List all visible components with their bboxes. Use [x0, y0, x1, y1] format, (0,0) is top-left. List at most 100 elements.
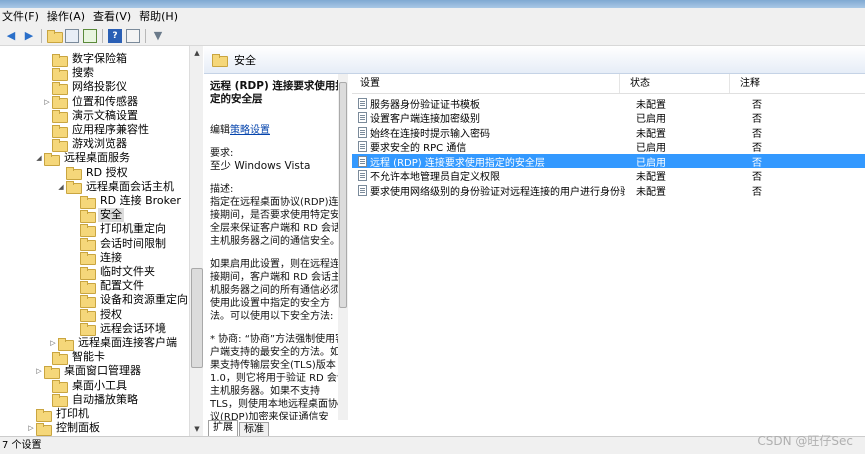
- table-row[interactable]: 始终在连接时提示输入密码 未配置 否: [352, 125, 865, 140]
- policy-setting-icon: [358, 141, 367, 152]
- folder-icon: [52, 53, 68, 67]
- expand-toggle-icon[interactable]: ◢: [56, 180, 66, 194]
- tree-item[interactable]: 远程会话环境: [70, 322, 168, 337]
- right-pane: 安全 远程 (RDP) 连接要求使用指定的安全层 编辑策略设置 要求: 至少 Wi…: [204, 46, 865, 436]
- tree-item[interactable]: 连接: [70, 251, 124, 266]
- tree-item[interactable]: 数字保险箱: [42, 52, 129, 67]
- tree-item[interactable]: 配置文件: [70, 279, 146, 294]
- tree-item[interactable]: ▷ 桌面窗口管理器: [34, 364, 143, 379]
- expand-toggle-icon[interactable]: ▷: [42, 95, 52, 109]
- tab-extended[interactable]: 扩展: [208, 420, 238, 436]
- toolbar-separator: [102, 28, 103, 43]
- folder-icon: [80, 238, 96, 252]
- description-scroll-thumb[interactable]: [339, 82, 347, 308]
- requirement-label: 要求:: [210, 148, 234, 159]
- forward-arrow-icon[interactable]: ▶: [22, 29, 36, 43]
- tree-item[interactable]: ▷ 远程桌面连接客户端: [48, 336, 179, 351]
- menu-bar: 文件(F) 操作(A) 查看(V) 帮助(H): [0, 8, 865, 26]
- folder-icon: [52, 394, 68, 408]
- tree-item-label: 远程桌面连接客户端: [78, 336, 177, 349]
- scroll-up-arrow-icon[interactable]: ▲: [190, 46, 204, 60]
- help-icon[interactable]: ?: [108, 28, 122, 43]
- expand-toggle-icon[interactable]: ▷: [48, 336, 58, 350]
- policy-setting-icon: [358, 112, 367, 123]
- tree-item[interactable]: ▷ 控制面板: [26, 421, 102, 436]
- scroll-down-arrow-icon[interactable]: ▼: [190, 422, 204, 436]
- tree-item[interactable]: 网络投影仪: [42, 80, 129, 95]
- tree-item[interactable]: 演示文稿设置: [42, 108, 140, 124]
- status-bar: 7 个设置: [0, 436, 865, 454]
- tree-item-label: 演示文稿设置: [72, 108, 138, 122]
- expand-toggle-icon[interactable]: ◢: [34, 151, 44, 165]
- tree-item-label: RD 授权: [86, 165, 128, 179]
- expand-toggle-icon[interactable]: ▷: [34, 364, 44, 378]
- tree-item[interactable]: 搜索: [42, 66, 96, 81]
- tree-item[interactable]: 智能卡: [42, 350, 107, 365]
- setting-comment: 否: [752, 128, 762, 140]
- tree-item[interactable]: 游戏浏览器: [42, 137, 129, 152]
- description-text-2: 如果启用此设置，则在远程连接期间，客户端和 RD 会话主机服务器之间的所有通信必…: [210, 259, 342, 322]
- menu-help[interactable]: 帮助(H): [137, 8, 184, 26]
- menu-file[interactable]: 文件(F): [0, 8, 45, 26]
- tab-standard[interactable]: 标准: [239, 422, 269, 436]
- column-header-comment[interactable]: 注释: [730, 74, 865, 93]
- menu-view[interactable]: 查看(V): [91, 8, 137, 26]
- table-row[interactable]: 要求使用网络级别的身份验证对远程连接的用户进行身份验证 未配置 否: [352, 183, 865, 198]
- folder-icon: [44, 365, 60, 379]
- column-header-setting[interactable]: 设置: [352, 74, 620, 93]
- policy-setting-icon: [358, 184, 367, 196]
- table-row[interactable]: 服务器身份验证证书模板 未配置 否: [352, 96, 865, 111]
- back-arrow-icon[interactable]: ◀: [4, 29, 18, 43]
- table-row[interactable]: 远程 (RDP) 连接要求使用指定的安全层 已启用 否: [352, 154, 865, 169]
- right-header: 安全: [204, 46, 865, 74]
- setting-state: 未配置: [636, 172, 666, 183]
- tree-item-label: 打印机重定向: [100, 222, 166, 236]
- folder-icon: [80, 195, 96, 209]
- folder-icon: [80, 323, 96, 337]
- tree-item-label: 配置文件: [100, 279, 144, 293]
- tree-item[interactable]: 桌面小工具: [42, 379, 129, 394]
- setting-comment: 否: [752, 186, 762, 198]
- table-row[interactable]: 要求安全的 RPC 通信 已启用 否: [352, 140, 865, 154]
- description-scrollbar[interactable]: [338, 74, 348, 420]
- edit-policy-link[interactable]: 策略设置: [230, 125, 270, 136]
- tree-item[interactable]: RD 连接 Broker: [70, 194, 183, 209]
- folder-icon: [36, 408, 52, 422]
- tree-pane: 数字保险箱 搜索 网络投影仪 ▷ 位置和传感器 演示文稿设置 应用程序兼容性 游戏浏览器 ◢ 远程…: [0, 46, 203, 436]
- tree-item[interactable]: 授权: [70, 308, 124, 323]
- tree-item[interactable]: 设备和资源重定向: [70, 293, 190, 308]
- description-block: 描述: 指定在远程桌面协议(RDP)连接期间，是否要求使用特定安全层来保证客户端和…: [210, 183, 347, 248]
- tree-item[interactable]: 应用程序兼容性: [42, 123, 151, 138]
- tree-item[interactable]: 自动播放策略: [42, 393, 140, 408]
- folder-icon: [44, 152, 60, 166]
- tree-item[interactable]: ▷ 位置和传感器: [42, 95, 140, 110]
- tree-item[interactable]: ◢ 远程桌面会话主机: [56, 180, 176, 195]
- properties-icon[interactable]: [126, 28, 140, 43]
- menu-action[interactable]: 操作(A): [45, 8, 91, 26]
- tree-item[interactable]: 会话时间限制: [70, 237, 168, 252]
- tree-item[interactable]: 打印机重定向: [70, 222, 168, 237]
- tree-scrollbar[interactable]: ▲ ▼: [189, 46, 203, 436]
- tree-item[interactable]: ◢ 远程桌面服务: [34, 151, 132, 166]
- tree-item[interactable]: 安全: [70, 208, 124, 223]
- policy-setting-icon: [358, 170, 367, 181]
- description-title: 远程 (RDP) 连接要求使用指定的安全层: [210, 80, 346, 105]
- filter-icon[interactable]: ▼: [151, 29, 165, 43]
- folder-icon: [52, 124, 68, 138]
- tree-scroll-thumb[interactable]: [191, 268, 203, 368]
- settings-list: 设置 状态 注释 服务器身份验证证书模板 未配置否设置客户端连接加密级别 已启用否始…: [352, 74, 865, 420]
- policy-setting-icon: [358, 97, 367, 109]
- folder-icon: [52, 138, 68, 152]
- up-folder-icon[interactable]: [47, 29, 63, 43]
- export-list-icon[interactable]: [83, 28, 97, 43]
- tree-item[interactable]: 临时文件夹: [70, 265, 157, 280]
- expand-toggle-icon[interactable]: ▷: [26, 421, 36, 435]
- folder-icon: [36, 422, 52, 436]
- column-header-state[interactable]: 状态: [620, 74, 730, 93]
- table-row[interactable]: 设置客户端连接加密级别 已启用 否: [352, 111, 865, 125]
- table-row[interactable]: 不允许本地管理员自定义权限 未配置 否: [352, 169, 865, 183]
- folder-icon: [66, 181, 82, 195]
- show-hide-tree-icon[interactable]: [65, 28, 79, 43]
- tree-item[interactable]: 打印机: [26, 407, 91, 422]
- tree-item[interactable]: RD 授权: [56, 165, 130, 181]
